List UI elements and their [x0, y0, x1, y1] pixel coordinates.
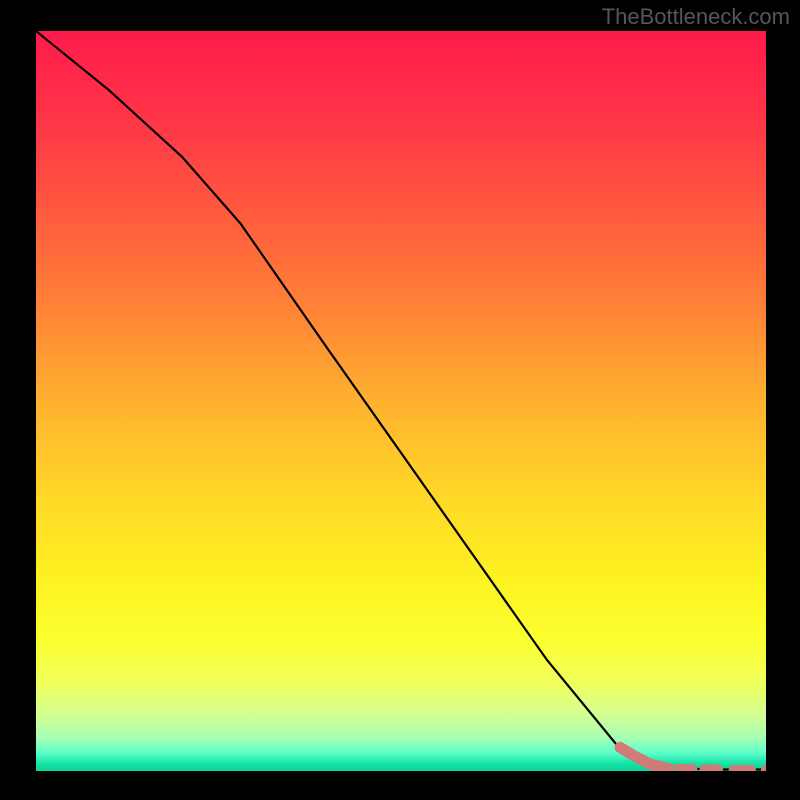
marker-dot — [761, 765, 766, 771]
chart-overlay — [36, 31, 766, 771]
chart-stage: TheBottleneck.com — [0, 0, 800, 800]
marker-group — [620, 747, 766, 771]
marker-segment — [657, 766, 664, 767]
curve-line — [36, 31, 766, 770]
watermark-text: TheBottleneck.com — [602, 4, 790, 30]
plot-area — [36, 31, 766, 771]
